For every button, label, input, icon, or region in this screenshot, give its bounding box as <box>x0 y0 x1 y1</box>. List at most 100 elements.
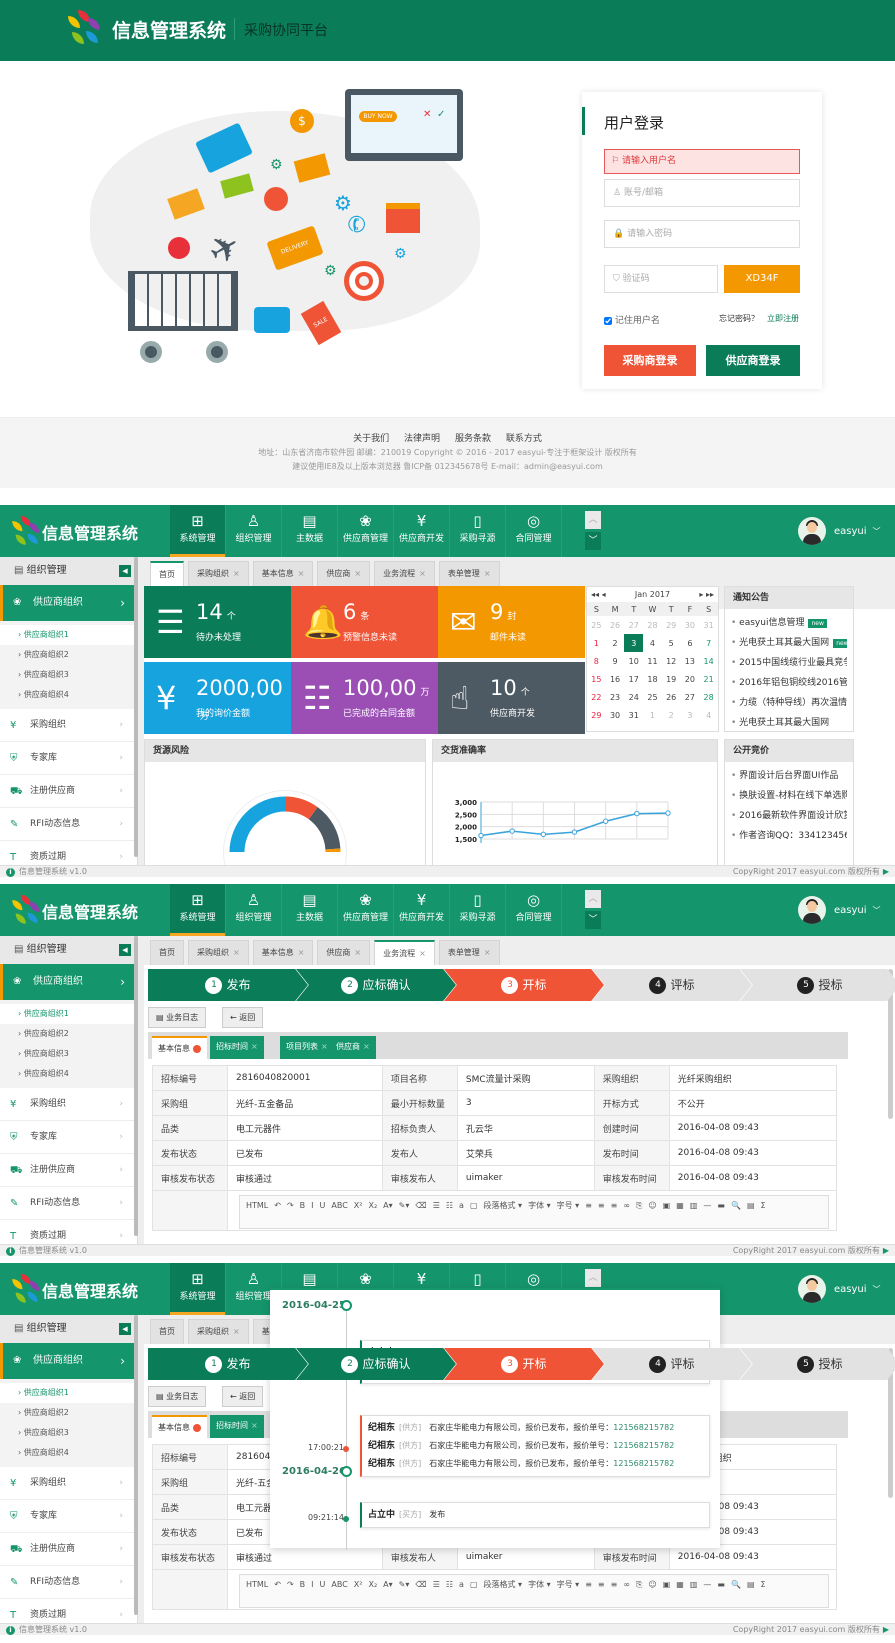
nav-scroll-up-button[interactable]: ︿ <box>585 890 601 908</box>
nav-item-5[interactable]: ▯ 采购寻源 <box>450 884 506 936</box>
editor-tool-button[interactable]: ≡ <box>598 1201 605 1210</box>
tab[interactable]: 表单管理 × <box>438 940 500 965</box>
editor-tool-button[interactable]: ✎▾ <box>399 1580 410 1589</box>
workflow-step[interactable]: 4 评标 <box>592 1348 752 1380</box>
calendar-day[interactable]: 7 <box>699 634 718 652</box>
editor-tool-button[interactable]: ⌫ <box>415 1201 426 1210</box>
calendar-day[interactable]: 15 <box>587 670 606 688</box>
tab[interactable]: 基本信息 × <box>252 940 314 965</box>
tab[interactable]: 首页 <box>150 1319 184 1344</box>
stat-tile[interactable]: ✉ 9 封邮件未读 <box>438 586 585 658</box>
calendar-day[interactable]: 3 <box>681 706 700 724</box>
sidebar-item[interactable]: ✎ RFI动态信息 › <box>0 808 137 841</box>
close-circle-icon[interactable] <box>193 1044 201 1053</box>
calendar-day[interactable]: 2 <box>662 706 681 724</box>
sidebar-item[interactable]: ⛟ 注册供应商 › <box>0 1154 137 1187</box>
editor-tool-button[interactable]: ☷ <box>446 1201 453 1210</box>
editor-tool-button[interactable]: ☰ <box>433 1580 440 1589</box>
calendar-day[interactable]: 27 <box>681 688 700 706</box>
register-link[interactable]: 立即注册 <box>767 313 799 324</box>
editor-tool-button[interactable]: HTML <box>246 1201 268 1210</box>
calendar-day[interactable]: 12 <box>662 652 681 670</box>
editor-tool-button[interactable]: ▦ <box>676 1580 684 1589</box>
user-menu[interactable]: easyui ﹀ <box>798 516 881 546</box>
sidebar-subitem[interactable]: › 供应商组织1 <box>0 1004 137 1024</box>
editor-tool-button[interactable]: ▬ <box>717 1201 725 1210</box>
close-tab-icon[interactable]: × <box>419 949 426 958</box>
editor-tool-button[interactable]: a <box>459 1201 464 1210</box>
editor-tool-button[interactable]: ▤ <box>747 1580 755 1589</box>
editor-tool-button[interactable]: ▢ <box>470 1201 478 1210</box>
close-tab-icon[interactable]: × <box>354 569 361 578</box>
calendar-day[interactable]: 25 <box>643 688 662 706</box>
sidebar-collapse-button[interactable]: ◀ <box>119 565 131 577</box>
close-tab-icon[interactable]: × <box>363 1042 370 1051</box>
editor-tool-button[interactable]: 🔍 <box>731 1580 741 1589</box>
nav-item-2[interactable]: ▤ 主数据 <box>282 505 338 557</box>
nav-scroll-up-button[interactable]: ︿ <box>585 511 601 529</box>
sidebar-item[interactable]: ✎ RFI动态信息 › <box>0 1566 137 1599</box>
sidebar-item[interactable]: ¥ 采购组织 › <box>0 1088 137 1121</box>
editor-tool-button[interactable]: ☰ <box>433 1201 440 1210</box>
workflow-step[interactable]: 5 授标 <box>740 1348 895 1380</box>
notice-item[interactable]: 力缆（特种导线）再次温情谈 <box>731 693 847 713</box>
sidebar-subitem[interactable]: › 供应商组织2 <box>0 1403 137 1423</box>
sidebar-item[interactable]: ⛟ 注册供应商 › <box>0 775 137 808</box>
nav-item-4[interactable]: ¥ 供应商开发 <box>394 505 450 557</box>
subtab[interactable]: 项目列表× <box>280 1036 334 1059</box>
calendar-day[interactable]: 23 <box>606 688 625 706</box>
editor-tool-button[interactable]: ▢ <box>470 1580 478 1589</box>
user-menu[interactable]: easyui ﹀ <box>798 1274 881 1304</box>
close-tab-icon[interactable]: × <box>484 569 491 578</box>
sidebar-item-supplier-org[interactable]: ❀ 供应商组织 › <box>0 1343 137 1379</box>
editor-tool-button[interactable]: ABC <box>331 1201 347 1210</box>
editor-tool-button[interactable]: X₂ <box>368 1201 377 1210</box>
editor-tool-button[interactable]: HTML <box>246 1580 268 1589</box>
calendar-day[interactable]: 28 <box>643 616 662 634</box>
calendar-day[interactable]: 26 <box>606 616 625 634</box>
sidebar-collapse-button[interactable]: ◀ <box>119 1323 131 1335</box>
calendar-next-buttons[interactable]: ▸ ▸▸ <box>699 587 714 602</box>
bidding-item[interactable]: 2016最新软件界面设计欣赏 <box>731 806 847 826</box>
nav-item-3[interactable]: ❀ 供应商管理 <box>338 884 394 936</box>
editor-tool-button[interactable]: 字号 ▾ <box>557 1580 580 1589</box>
editor-tool-button[interactable]: ☺ <box>648 1201 656 1210</box>
business-log-button[interactable]: ▤ 业务日志 <box>148 1007 207 1028</box>
sidebar-subitem[interactable]: › 供应商组织3 <box>0 1044 137 1064</box>
sidebar-item[interactable]: ¥ 采购组织 › <box>0 1467 137 1500</box>
business-log-button[interactable]: ▤ 业务日志 <box>148 1386 207 1407</box>
sidebar-item[interactable]: ⛨ 专家库 › <box>0 1121 137 1154</box>
editor-tool-button[interactable]: ▦ <box>676 1201 684 1210</box>
calendar-day[interactable]: 10 <box>624 652 643 670</box>
editor-tool-button[interactable]: X₂ <box>368 1580 377 1589</box>
sidebar-subitem[interactable]: › 供应商组织1 <box>0 625 137 645</box>
nav-item-0[interactable]: ⊞ 系统管理 <box>170 1263 226 1315</box>
calendar-day[interactable]: 14 <box>699 652 718 670</box>
sidebar-item-supplier-org[interactable]: ❀ 供应商组织 › <box>0 964 137 1000</box>
calendar-day[interactable]: 1 <box>587 634 606 652</box>
workflow-step[interactable]: 1 发布 <box>148 969 308 1001</box>
nav-scroll-down-button[interactable]: ﹀ <box>585 532 601 550</box>
close-tab-icon[interactable]: × <box>251 1042 258 1051</box>
close-tab-icon[interactable]: × <box>233 569 240 578</box>
close-tab-icon[interactable]: × <box>354 948 361 957</box>
editor-tool-button[interactable]: U <box>320 1201 326 1210</box>
calendar-prev-buttons[interactable]: ◂◂ ◂ <box>591 587 606 602</box>
editor-tool-button[interactable]: ≡ <box>585 1201 592 1210</box>
nav-item-1[interactable]: ♙ 组织管理 <box>226 505 282 557</box>
editor-tool-button[interactable]: X² <box>354 1580 363 1589</box>
captcha-image[interactable]: XD34F <box>724 265 800 293</box>
user-menu[interactable]: easyui ﹀ <box>798 895 881 925</box>
calendar-day[interactable]: 1 <box>643 706 662 724</box>
calendar-day[interactable]: 13 <box>681 652 700 670</box>
editor-tool-button[interactable]: 字体 ▾ <box>528 1580 551 1589</box>
close-tab-icon[interactable]: × <box>321 1042 328 1051</box>
captcha-input[interactable]: ⛉ 验证码 <box>604 265 718 293</box>
sidebar-subitem[interactable]: › 供应商组织4 <box>0 1064 137 1084</box>
calendar-day[interactable]: 4 <box>643 634 662 652</box>
nav-item-5[interactable]: ▯ 采购寻源 <box>450 505 506 557</box>
editor-tool-button[interactable]: ▣ <box>663 1580 671 1589</box>
sidebar-subitem[interactable]: › 供应商组织3 <box>0 1423 137 1443</box>
workflow-step[interactable]: 1 发布 <box>148 1348 308 1380</box>
editor-tool-button[interactable]: I <box>311 1580 313 1589</box>
